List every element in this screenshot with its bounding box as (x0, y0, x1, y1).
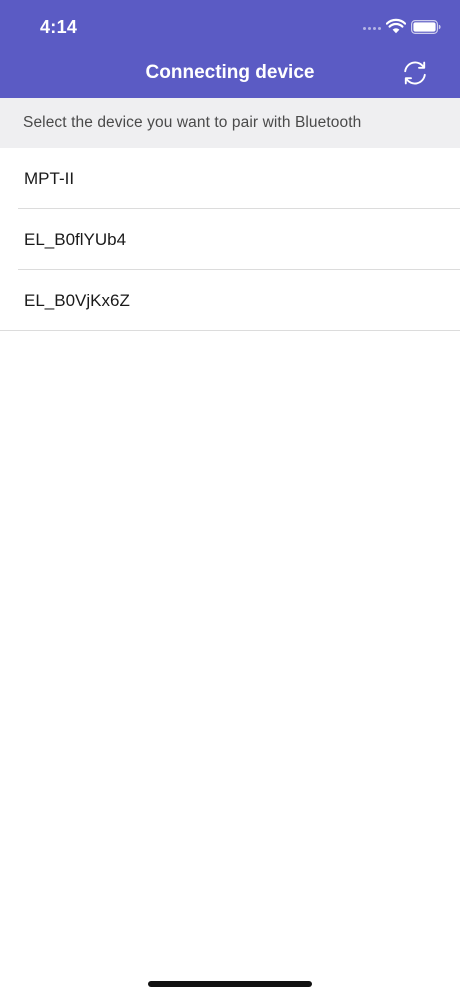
device-list: MPT-II EL_B0flYUb4 EL_B0VjKx6Z (0, 148, 460, 331)
home-indicator[interactable] (148, 981, 312, 987)
device-row-el-b0flyub4[interactable]: EL_B0flYUb4 (0, 209, 460, 270)
row-divider (0, 330, 460, 331)
device-row-mpt-ii[interactable]: MPT-II (0, 148, 460, 209)
page-title: Connecting device (145, 62, 315, 83)
device-name: MPT-II (24, 169, 75, 188)
status-time: 4:14 (40, 17, 78, 37)
cellular-signal-icon (363, 27, 381, 30)
device-row-el-b0vjkx6z[interactable]: EL_B0VjKx6Z (0, 270, 460, 331)
refresh-button[interactable] (400, 58, 430, 88)
instruction-banner: Select the device you want to pair with … (0, 98, 460, 148)
device-name: EL_B0flYUb4 (24, 230, 127, 249)
wifi-icon (386, 18, 406, 34)
instruction-text: Select the device you want to pair with … (23, 114, 362, 131)
screen: 4:14 Connecting device Select the device (0, 0, 460, 996)
header: 4:14 Connecting device (0, 0, 460, 98)
refresh-icon (404, 61, 426, 85)
device-name: EL_B0VjKx6Z (24, 291, 130, 310)
battery-icon (411, 20, 441, 34)
